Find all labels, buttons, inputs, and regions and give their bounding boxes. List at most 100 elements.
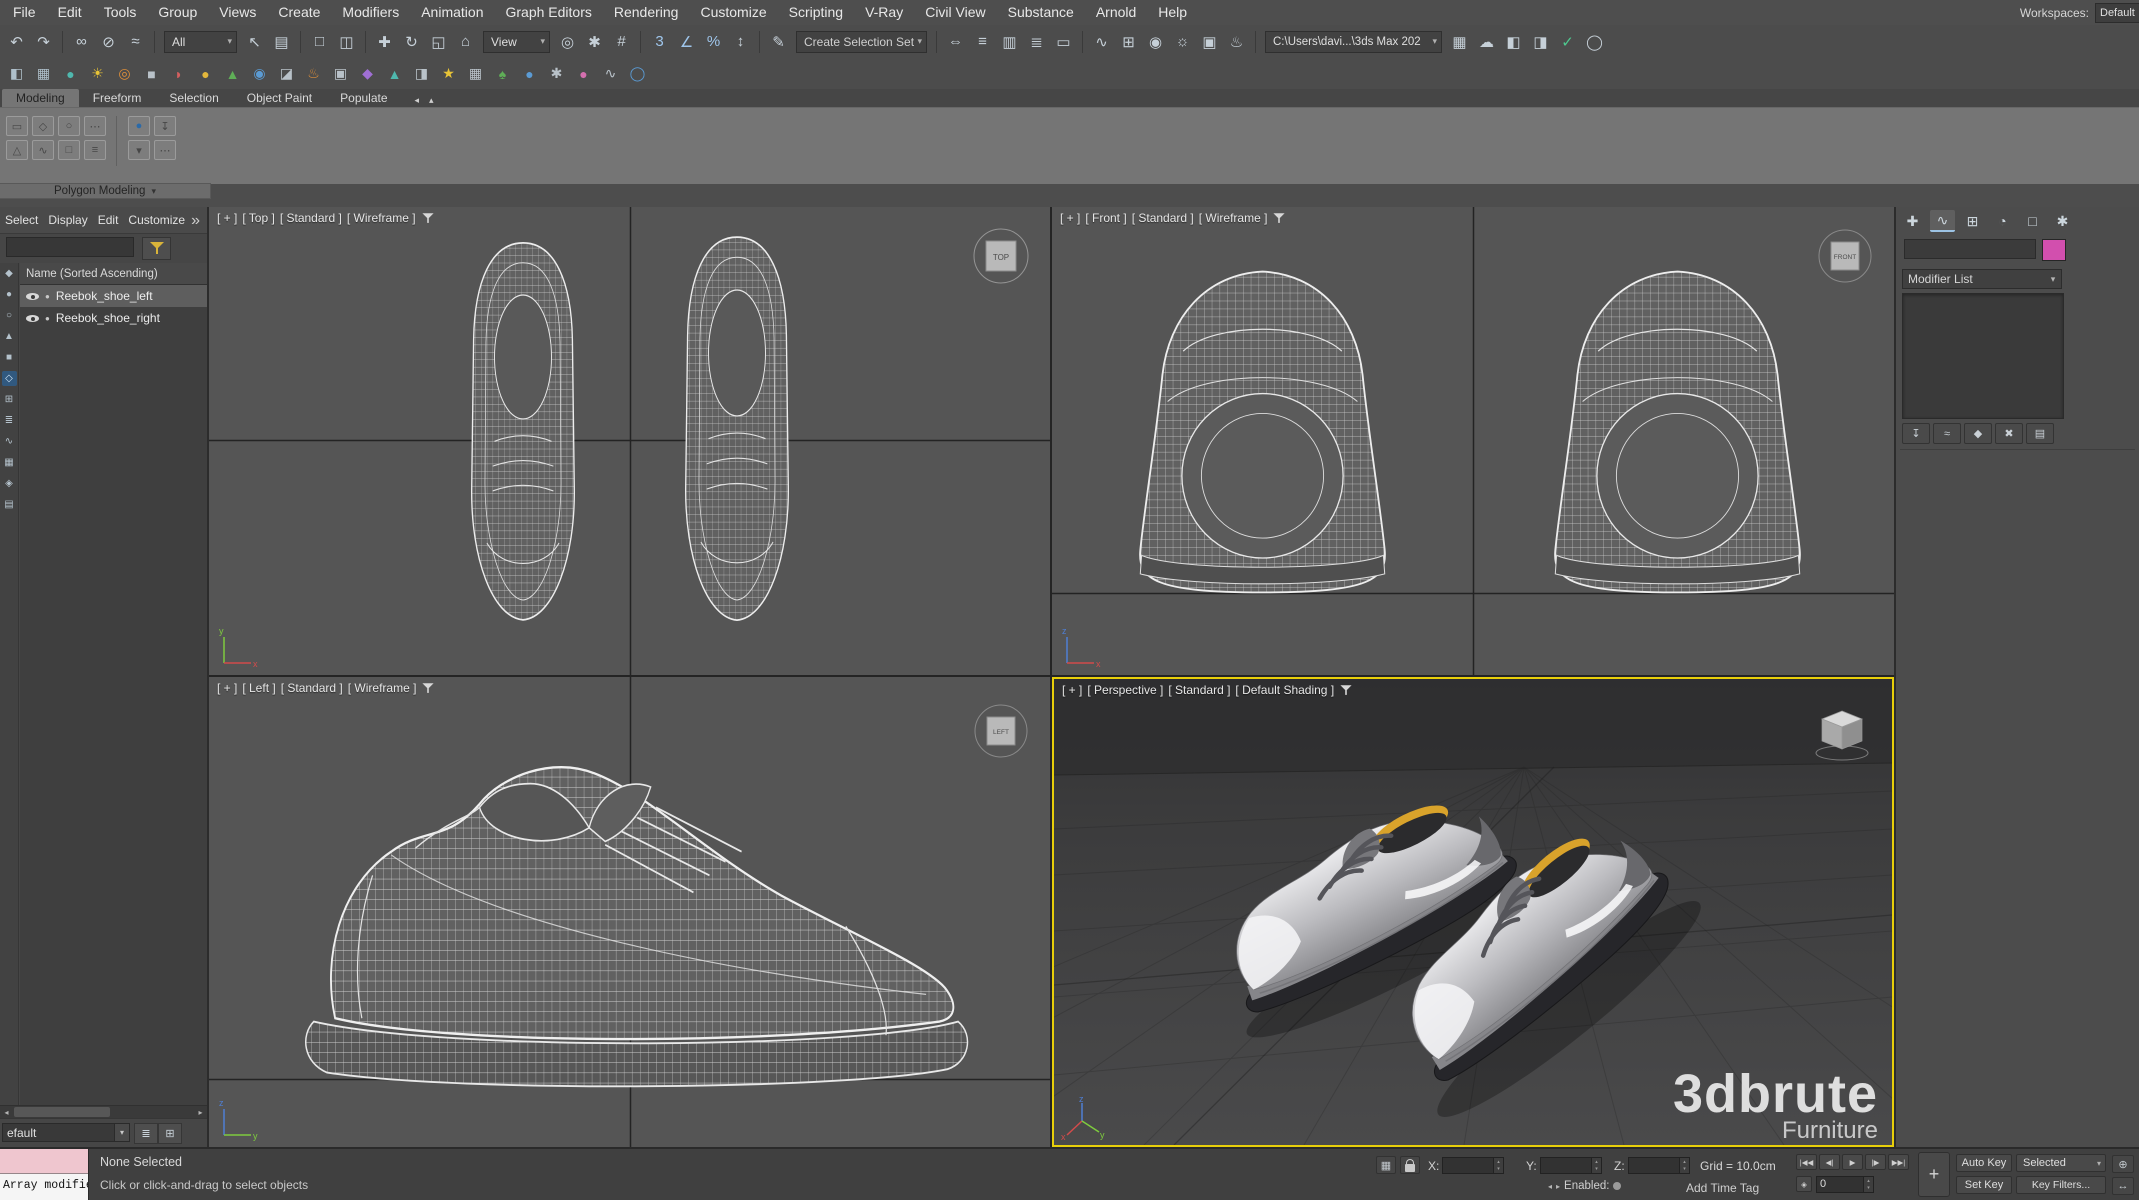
go-to-start-button[interactable]: |◀◀: [1796, 1154, 1817, 1170]
globe-icon[interactable]: ◯: [624, 61, 651, 87]
viewport-left[interactable]: [ + ] [ Left ] [ Standard ] [ Wireframe …: [209, 677, 1050, 1147]
viewport-splitter-horizontal[interactable]: [209, 675, 1894, 677]
viewport-front[interactable]: [ + ] [ Front ] [ Standard ] [ Wireframe…: [1052, 207, 1894, 675]
layer-explorer-toggle-icon[interactable]: ≣: [1023, 29, 1050, 55]
scene-explorer-toggle-icon[interactable]: ▥: [996, 29, 1023, 55]
menu-item[interactable]: Create: [267, 0, 331, 25]
box-icon[interactable]: ■: [138, 61, 165, 87]
spinner[interactable]: ▴▾: [1591, 1158, 1601, 1173]
teapot-icon[interactable]: ♨: [300, 61, 327, 87]
asterisk-tool-icon[interactable]: ✱: [543, 61, 570, 87]
list-sort-header[interactable]: Name (Sorted Ascending): [20, 263, 207, 285]
window-crossing-icon[interactable]: ◫: [333, 29, 360, 55]
angle-snap-icon[interactable]: ∠: [673, 29, 700, 55]
ribbon-mini-button[interactable]: ◇: [32, 116, 54, 136]
maxscript-mini-listener[interactable]: Array modifier: [0, 1149, 89, 1200]
spinner[interactable]: ▴▾: [1863, 1177, 1873, 1192]
wave-icon[interactable]: ∿: [597, 61, 624, 87]
y-coordinate-field[interactable]: ▴▾: [1540, 1157, 1602, 1174]
ribbon-mini-button[interactable]: ○: [58, 116, 80, 136]
auto-key-button[interactable]: Auto Key: [1956, 1154, 2012, 1172]
transform-gizmo-toggle-icon[interactable]: ▦: [1376, 1156, 1396, 1174]
menu-item[interactable]: Substance: [997, 0, 1085, 25]
ribbon-mini-button[interactable]: ⋯: [84, 116, 106, 136]
gold-sphere-icon[interactable]: ●: [192, 61, 219, 87]
menu-item[interactable]: Civil View: [914, 0, 996, 25]
viewport-top[interactable]: [ + ] [ Top ] [ Standard ] [ Wireframe ]…: [209, 207, 1050, 675]
set-key-button[interactable]: Set Key: [1956, 1176, 2012, 1194]
scrollbar-thumb[interactable]: [14, 1107, 110, 1117]
ribbon-toggle-icon[interactable]: ▭: [1050, 29, 1077, 55]
menu-item[interactable]: Graph Editors: [494, 0, 602, 25]
z-coordinate-field[interactable]: ▴▾: [1628, 1157, 1690, 1174]
viewport-general-menu[interactable]: [ + ]: [1062, 683, 1082, 697]
macro-recorder-line[interactable]: [0, 1149, 88, 1174]
pin-button[interactable]: ↧: [154, 116, 176, 136]
scroll-right-icon[interactable]: ▸: [194, 1106, 207, 1118]
visibility-eye-icon[interactable]: [26, 312, 39, 324]
horizontal-scrollbar[interactable]: ◂ ▸: [0, 1105, 207, 1119]
viewport-shading-menu[interactable]: [ Default Shading ]: [1235, 683, 1334, 697]
set-keys-button[interactable]: +: [1918, 1152, 1950, 1197]
menu-item[interactable]: Arnold: [1085, 0, 1147, 25]
project-folder-dropdown[interactable]: C:\Users\davi...\3ds Max 202: [1265, 31, 1442, 53]
remove-modifier-icon[interactable]: ✖: [1995, 423, 2023, 444]
select-by-name-icon[interactable]: ▤: [268, 29, 295, 55]
select-object-icon[interactable]: ↖: [241, 29, 268, 55]
capsule-icon[interactable]: ◗: [165, 61, 192, 87]
select-and-move-icon[interactable]: ✚: [371, 29, 398, 55]
modify-tab[interactable]: ∿: [1930, 210, 1955, 232]
rectangular-selection-icon[interactable]: □: [306, 29, 333, 55]
add-layer-icon[interactable]: ⊞: [158, 1123, 182, 1144]
se-geometry-filter-icon[interactable]: ●: [2, 287, 17, 302]
next-icon[interactable]: ▸: [1556, 1182, 1560, 1191]
hierarchy-tab[interactable]: ⊞: [1960, 210, 1985, 232]
zoom-icon[interactable]: ⊕: [2112, 1155, 2134, 1173]
selection-filter-dropdown[interactable]: All: [164, 31, 237, 53]
viewport-perspective[interactable]: [ + ] [ Perspective ] [ Standard ] [ Def…: [1052, 677, 1894, 1147]
layout-split-icon[interactable]: ◧: [3, 61, 30, 87]
viewport-general-menu[interactable]: [ + ]: [1060, 211, 1080, 225]
spinner-snap-icon[interactable]: ↕: [727, 29, 754, 55]
ribbon-mini-button[interactable]: △: [6, 140, 28, 160]
selection-lock-icon[interactable]: [1400, 1156, 1420, 1174]
show-end-result-icon[interactable]: ≈: [1933, 423, 1961, 444]
ribbon-tab[interactable]: Object Paint: [233, 89, 326, 107]
viewport-renderer-menu[interactable]: [ Standard ]: [1132, 211, 1194, 225]
explorer-menu-item[interactable]: Edit: [93, 213, 124, 227]
star-icon[interactable]: ★: [435, 61, 462, 87]
lattice-icon[interactable]: ▦: [462, 61, 489, 87]
play-animation-button[interactable]: ▶: [1842, 1154, 1863, 1170]
viewport-renderer-menu[interactable]: [ Standard ]: [281, 681, 343, 695]
ribbon-tab[interactable]: Modeling: [2, 89, 79, 107]
cube-icon[interactable]: ◪: [273, 61, 300, 87]
scene-object-row[interactable]: ● Reebok_shoe_left: [20, 285, 207, 307]
menu-overflow-icon[interactable]: »: [186, 212, 205, 230]
camera-icon[interactable]: ▣: [327, 61, 354, 87]
modifier-stack[interactable]: [1902, 293, 2064, 419]
se-material-filter-icon[interactable]: ∿: [2, 434, 17, 449]
visibility-eye-icon[interactable]: [26, 290, 39, 302]
menu-item[interactable]: Modifiers: [331, 0, 410, 25]
viewport-pov-menu[interactable]: [ Perspective ]: [1087, 683, 1163, 697]
viewport-splitter-vertical[interactable]: [1050, 207, 1052, 1147]
ribbon-mini-button[interactable]: ▭: [6, 116, 28, 136]
scene-object-row[interactable]: ● Reebok_shoe_right: [20, 307, 207, 329]
use-pivot-center-icon[interactable]: ◎: [554, 29, 581, 55]
prev-icon[interactable]: ◂: [1548, 1182, 1552, 1191]
ribbon-mini-button[interactable]: □: [58, 140, 80, 160]
key-mode-toggle-icon[interactable]: ◈: [1796, 1176, 1812, 1192]
menu-item[interactable]: File: [2, 0, 47, 25]
teal-sphere-icon[interactable]: ●: [57, 61, 84, 87]
ribbon-tab[interactable]: Selection: [155, 89, 232, 107]
se-settings-icon[interactable]: ▤: [2, 497, 17, 512]
menu-item[interactable]: Group: [147, 0, 208, 25]
workspace-layout-icon[interactable]: ◨: [1527, 29, 1554, 55]
selection-set-dropdown[interactable]: Create Selection Set: [796, 31, 927, 53]
paint-select-button[interactable]: ●: [128, 116, 150, 136]
material-editor-icon[interactable]: ◉: [1142, 29, 1169, 55]
go-to-end-button[interactable]: ▶▶|: [1888, 1154, 1909, 1170]
cone-icon[interactable]: ▲: [381, 61, 408, 87]
enabled-dot-icon[interactable]: [1613, 1182, 1621, 1190]
notification-icon[interactable]: ◯: [1581, 29, 1608, 55]
